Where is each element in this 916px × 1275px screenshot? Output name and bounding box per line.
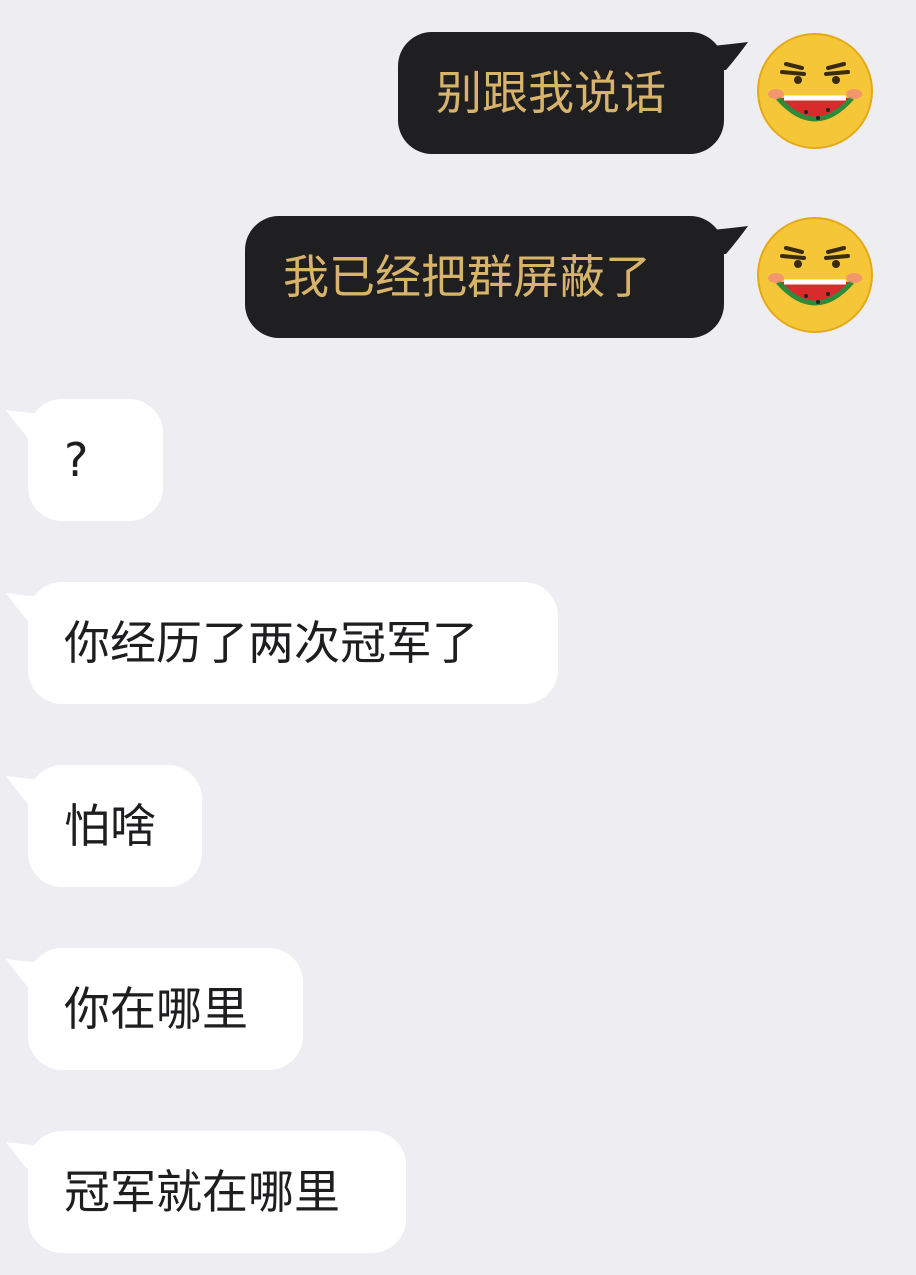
bubble-tail bbox=[712, 42, 748, 70]
bubble-tail bbox=[712, 226, 748, 254]
incoming-message-bubble[interactable]: 你经历了两次冠军了 bbox=[28, 582, 558, 704]
message-text: 冠军就在哪里 bbox=[64, 1165, 340, 1219]
message-text: 怕啥 bbox=[64, 799, 156, 853]
incoming-message-bubble[interactable]: ? bbox=[28, 399, 163, 521]
message-text: 我已经把群屏蔽了 bbox=[283, 250, 651, 304]
incoming-message-bubble[interactable]: 冠军就在哪里 bbox=[28, 1131, 406, 1253]
message-text: 别跟我说话 bbox=[436, 66, 666, 120]
incoming-message-bubble[interactable]: 怕啥 bbox=[28, 765, 202, 887]
message-text: 你经历了两次冠军了 bbox=[64, 616, 478, 670]
self-avatar-icon[interactable] bbox=[756, 216, 874, 334]
outgoing-message-bubble[interactable]: 别跟我说话 bbox=[398, 32, 724, 154]
outgoing-message-bubble[interactable]: 我已经把群屏蔽了 bbox=[245, 216, 724, 338]
message-text: ? bbox=[64, 433, 89, 487]
chat-transcript: 别跟我说话 我已经把群屏蔽了 ? 你经历了两次冠军了 怕啥 你在哪里 冠军就在哪… bbox=[0, 0, 916, 1275]
message-text: 你在哪里 bbox=[64, 982, 248, 1036]
self-avatar-icon[interactable] bbox=[756, 32, 874, 150]
incoming-message-bubble[interactable]: 你在哪里 bbox=[28, 948, 303, 1070]
